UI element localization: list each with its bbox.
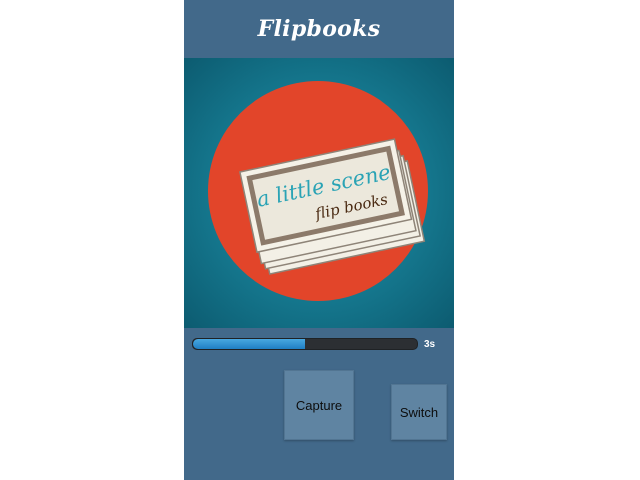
capture-button[interactable]: Capture (284, 370, 354, 440)
timer-label: 3s (424, 339, 436, 350)
recording-progress-row: 3s (184, 328, 454, 358)
recording-progress-bar (192, 338, 418, 350)
camera-preview: a little scene flip books (184, 58, 454, 328)
recording-progress-fill (193, 339, 305, 349)
app-header: Flipbooks (184, 0, 454, 58)
switch-button[interactable]: Switch (391, 384, 447, 440)
app-title: Flipbooks (257, 16, 381, 42)
app-screen: Flipbooks a little scene flip books 3s C… (184, 0, 454, 480)
preview-logo: a little scene flip books (208, 81, 428, 301)
